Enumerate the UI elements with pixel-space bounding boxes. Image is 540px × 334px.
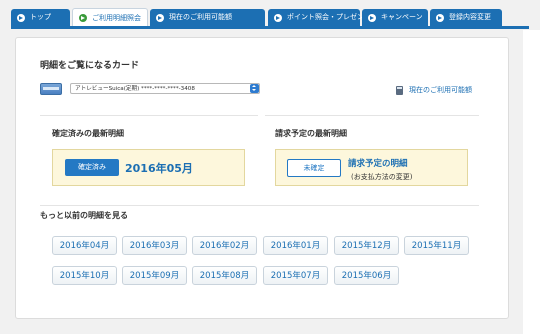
month-button[interactable]: 2015年11月	[404, 236, 469, 255]
available-amount-link[interactable]: 現在のご利用可能額	[396, 85, 472, 95]
calculator-icon	[396, 85, 403, 95]
confirmed-heading: 確定済みの最新明細	[52, 129, 124, 138]
confirmed-month-link[interactable]: 2016年05月	[125, 160, 193, 176]
month-button[interactable]: 2016年04月	[52, 236, 117, 255]
tab-label: 登録内容変更	[449, 13, 491, 21]
month-button[interactable]: 2016年01月	[263, 236, 328, 255]
month-button[interactable]: 2015年06月	[334, 266, 399, 285]
card-select-value: アトレビューSuica(定期) ****-****-****-3408	[75, 86, 195, 92]
confirmed-badge: 確定済み	[65, 159, 119, 176]
tab-underline	[11, 26, 529, 29]
arrow-icon	[17, 13, 25, 22]
month-button[interactable]: 2015年08月	[192, 266, 257, 285]
arrow-icon	[368, 13, 376, 22]
card-icon	[40, 83, 62, 95]
month-button[interactable]: 2015年07月	[263, 266, 328, 285]
dropdown-arrow-icon	[250, 84, 259, 93]
check-icon	[79, 14, 87, 22]
pending-heading: 請求予定の最新明細	[275, 129, 347, 138]
tab-label: キャンペーン	[381, 13, 423, 21]
month-button[interactable]: 2016年03月	[122, 236, 187, 255]
tab-registration[interactable]: 登録内容変更	[430, 9, 502, 26]
pending-badge: 未確定	[287, 159, 341, 177]
history-divider	[40, 205, 479, 206]
tab-campaign[interactable]: キャンペーン	[362, 9, 428, 26]
history-heading: もっと以前の明細を見る	[40, 211, 128, 220]
card-select-row: アトレビューSuica(定期) ****-****-****-3408	[40, 83, 260, 95]
tab-available-amount[interactable]: 現在のご利用可能額	[150, 9, 265, 26]
arrow-icon	[274, 13, 282, 22]
available-amount-label: 現在のご利用可能額	[409, 86, 472, 94]
tab-label: ご利用明細照会	[92, 13, 141, 22]
right-gutter	[523, 30, 540, 334]
month-button[interactable]: 2016年02月	[192, 236, 257, 255]
pending-link[interactable]: 請求予定の明細	[348, 157, 408, 169]
tab-statement[interactable]: ご利用明細照会	[72, 8, 148, 27]
arrow-icon	[436, 13, 444, 22]
arrow-icon	[156, 13, 164, 22]
card-select[interactable]: アトレビューSuica(定期) ****-****-****-3408	[70, 83, 260, 94]
tab-top[interactable]: トップ	[11, 9, 70, 26]
month-button[interactable]: 2015年10月	[52, 266, 117, 285]
tab-label: トップ	[30, 13, 51, 21]
month-button[interactable]: 2015年12月	[334, 236, 399, 255]
tab-label: 現在のご利用可能額	[169, 13, 232, 21]
page-title: 明細をご覧になるカード	[40, 61, 140, 71]
month-button[interactable]: 2015年09月	[122, 266, 187, 285]
tab-points[interactable]: ポイント照会・プレゼント申込	[268, 9, 385, 26]
payment-change-text: (お支払方法の変更)	[351, 173, 413, 181]
